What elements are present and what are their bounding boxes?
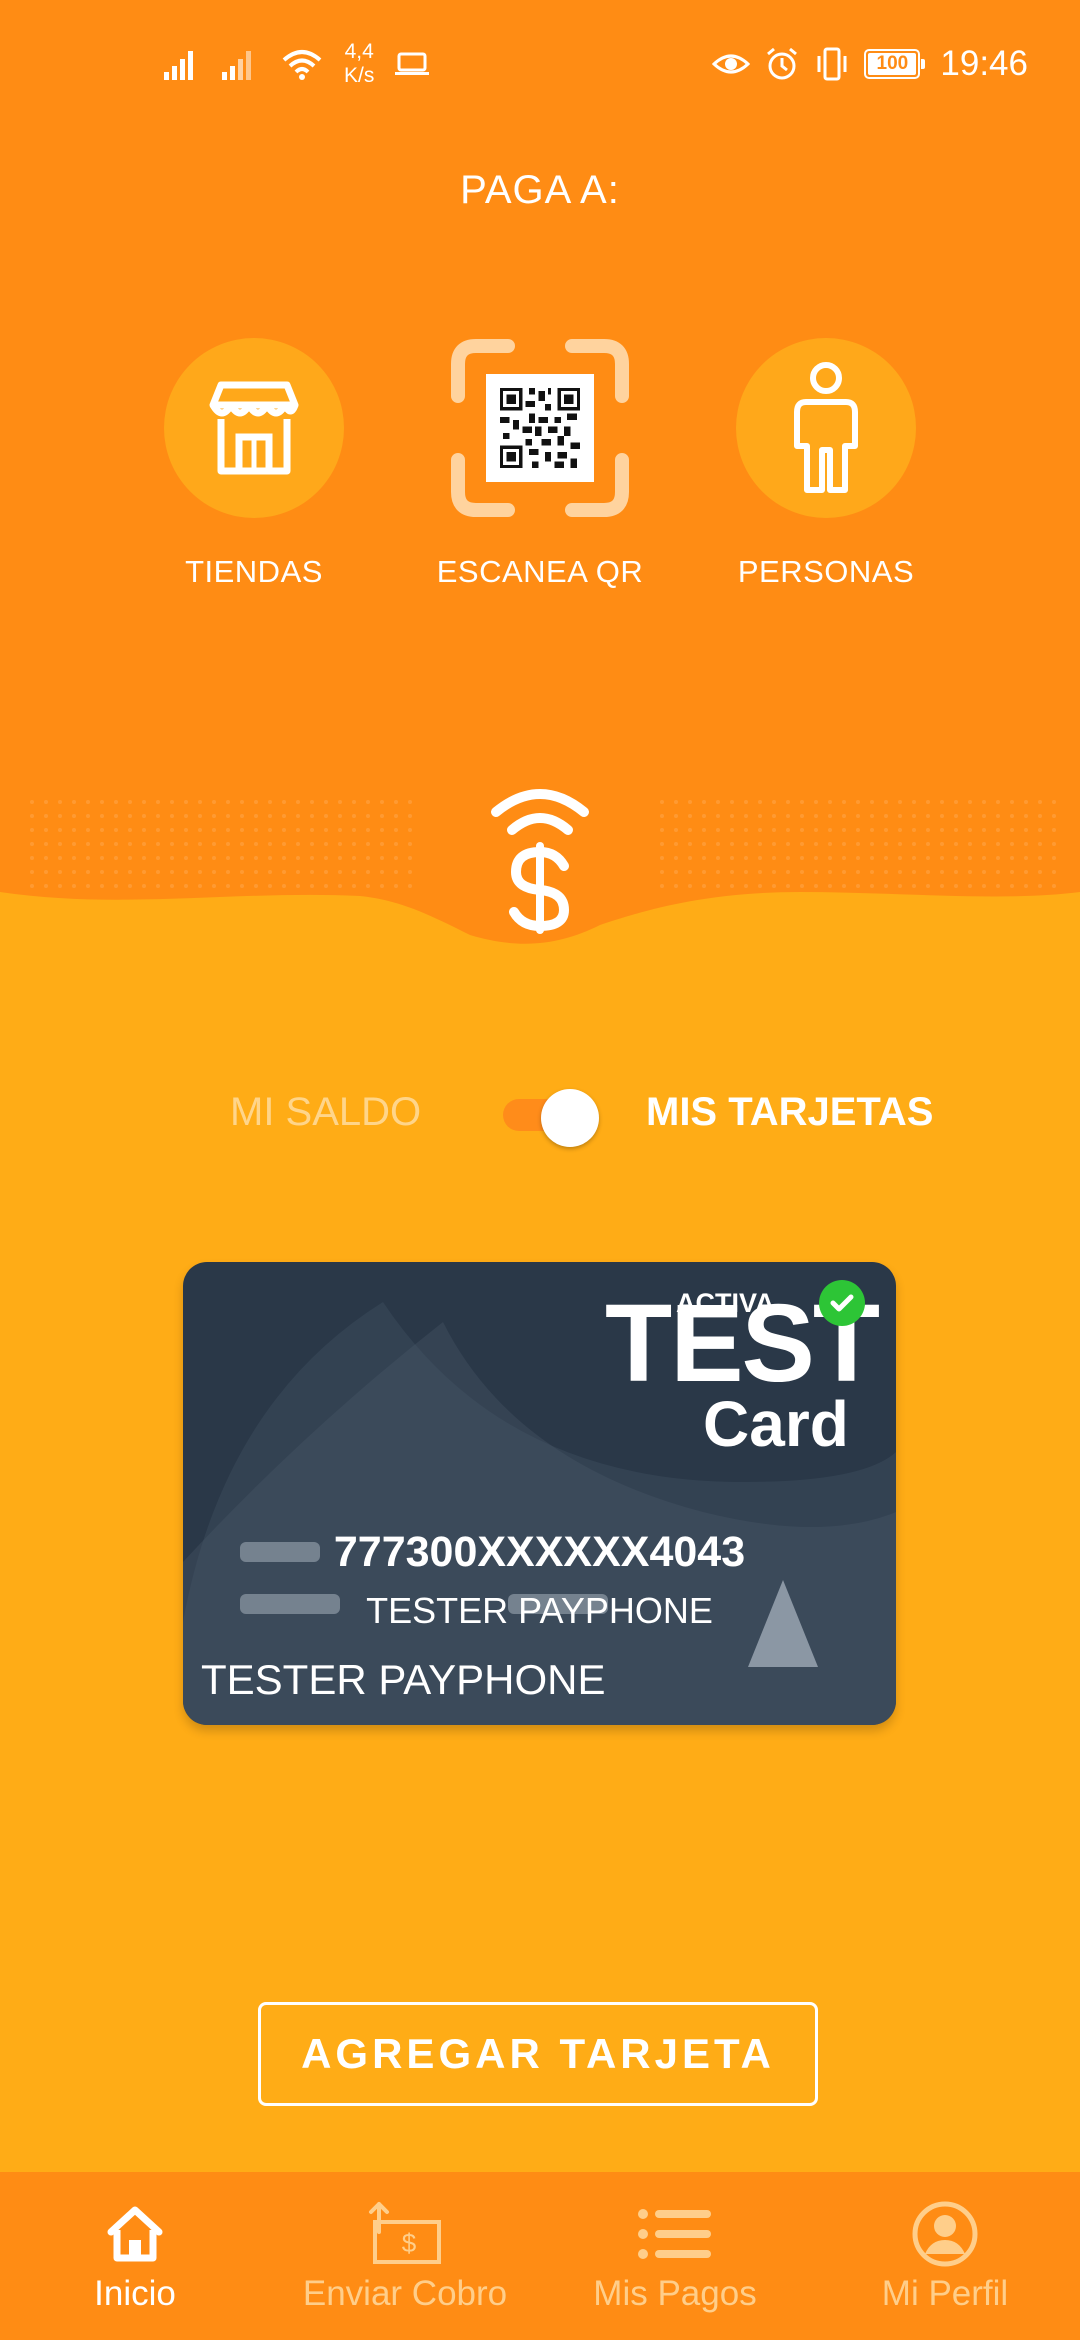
list-icon [638, 2209, 711, 2259]
nav-item-my-profile[interactable]: Mi Perfil [810, 2172, 1080, 2340]
status-bar: 4,4 K/s 100 19:46 [0, 0, 1080, 135]
nav-item-home[interactable]: Inicio [0, 2172, 270, 2340]
my-balance-label[interactable]: MI SALDO [230, 1090, 421, 1135]
store-icon [164, 338, 344, 518]
check-icon [819, 1280, 865, 1326]
my-cards-label[interactable]: MIS TARJETAS [646, 1090, 933, 1135]
pay-header: PAGA A: TIENDAS ESCANEA QR PERSONAS [0, 0, 1080, 960]
send-charge-icon: $ [369, 2202, 441, 2264]
payment-card[interactable]: TEST Card ACTIVA 777300XXXXXX4043 TESTER… [183, 1262, 896, 1725]
switch-knob [541, 1089, 599, 1147]
signal-icon [222, 51, 251, 80]
svg-text:$: $ [402, 2228, 417, 2258]
clock: 19:46 [940, 44, 1028, 83]
network-speed-unit: K/s [344, 64, 375, 87]
person-icon [736, 338, 916, 518]
network-speed-value: 4,4 [344, 40, 374, 63]
pay-option-label: ESCANEA QR [436, 554, 644, 589]
pay-option-people[interactable]: PERSONAS [686, 338, 966, 590]
add-card-button[interactable]: AGREGAR TARJETA [258, 2002, 818, 2106]
qr-code-icon [450, 338, 630, 518]
bottom-navigation: Inicio $ Enviar Cobro Mis Pagos Mi Perfi… [0, 2172, 1080, 2340]
nav-label: Enviar Cobro [302, 2274, 508, 2313]
nav-label: Mis Pagos [593, 2274, 757, 2313]
pay-to-title: PAGA A: [460, 168, 620, 212]
vibrate-icon [817, 47, 847, 81]
pay-option-label: TIENDAS [185, 554, 323, 589]
card-status-badge: ACTIVA [676, 1288, 775, 1318]
battery-level: 100 [876, 53, 909, 74]
eye-icon [712, 54, 751, 74]
alarm-icon [767, 47, 798, 80]
card-holder-name: TESTER PAYPHONE [366, 1590, 713, 1631]
pay-option-scan-qr[interactable]: ESCANEA QR [400, 338, 680, 590]
profile-icon [912, 2201, 978, 2267]
wifi-icon [282, 50, 322, 80]
pay-option-stores[interactable]: TIENDAS [114, 338, 394, 590]
card-brand-subtitle: Card [703, 1388, 849, 1460]
nav-item-my-payments[interactable]: Mis Pagos [540, 2172, 810, 2340]
pay-option-label: PERSONAS [737, 554, 915, 589]
balance-cards-toggle: MI SALDO MIS TARJETAS [0, 1078, 1080, 1150]
card-number: 777300XXXXXX4043 [333, 1528, 746, 1576]
card-holder-name: TESTER PAYPHONE [201, 1656, 606, 1703]
laptop-icon [395, 52, 430, 75]
signal-icon [164, 51, 193, 80]
balance-cards-switch[interactable] [503, 1089, 599, 1147]
battery-icon: 100 [864, 49, 926, 79]
nav-item-send-charge[interactable]: $ Enviar Cobro [270, 2172, 540, 2340]
nav-label: Inicio [94, 2274, 176, 2313]
network-speed: 4,4 K/s [344, 40, 374, 88]
payphone-logo-icon [491, 789, 589, 934]
home-icon [107, 2206, 163, 2262]
nav-label: Mi Perfil [881, 2274, 1009, 2313]
